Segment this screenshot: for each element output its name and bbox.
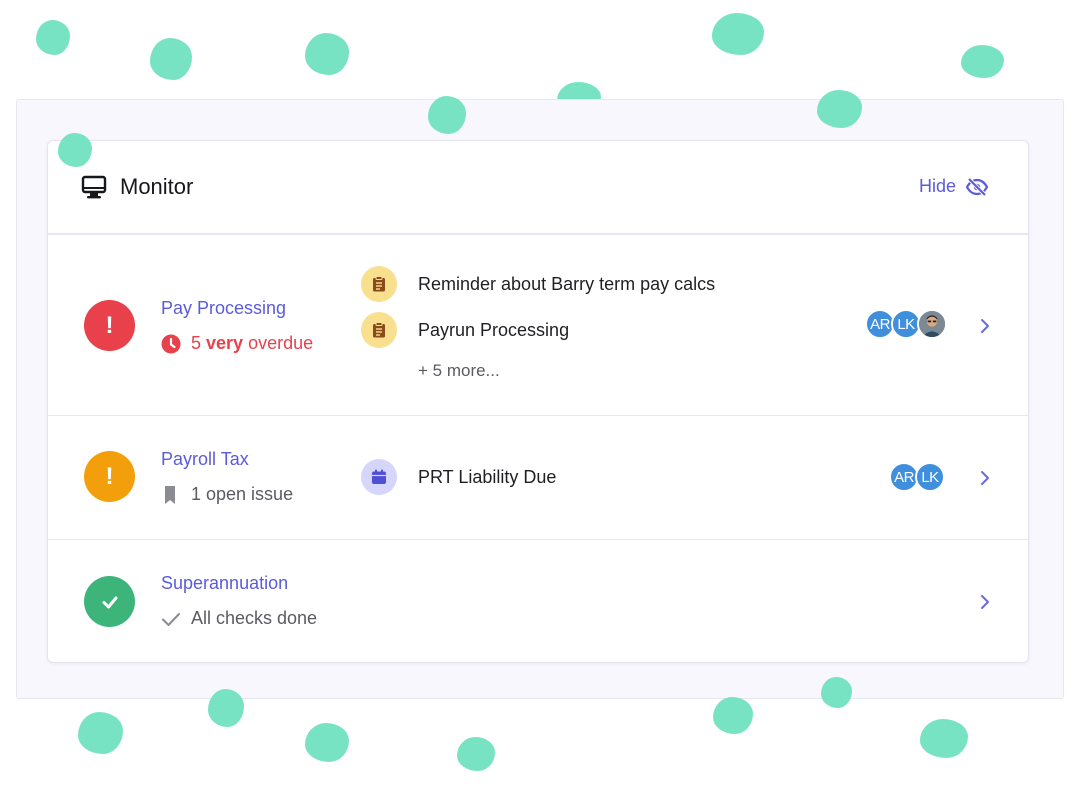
- hide-label: Hide: [918, 176, 956, 196]
- decorative-blob: [428, 96, 466, 134]
- decorative-blob: [305, 33, 349, 75]
- row-title-pay-processing[interactable]: Pay Processing: [161, 298, 286, 319]
- task-item[interactable]: Payrun Processing: [361, 312, 569, 348]
- task-label: Reminder about Barry term pay calcs: [418, 273, 716, 294]
- chevron-right-icon[interactable]: [978, 470, 992, 486]
- desktop-monitor-icon: [81, 175, 107, 199]
- open-issue-status: 1 open issue: [161, 484, 293, 505]
- task-label: Payrun Processing: [418, 319, 570, 340]
- overdue-count: 5: [191, 333, 202, 353]
- decorative-blob: [58, 133, 92, 167]
- row-title-superannuation[interactable]: Superannuation: [161, 573, 288, 594]
- assignee-avatars: AR LK: [889, 462, 945, 492]
- monitor-title: Monitor: [120, 174, 194, 199]
- calendar-icon: [361, 459, 397, 495]
- clock-icon: [161, 334, 181, 353]
- hide-button[interactable]: Hide: [919, 176, 988, 197]
- decorative-blob: [78, 712, 123, 754]
- monitor-row-superannuation[interactable]: Superannuation All checks done: [48, 540, 1028, 663]
- checks-done-text: All checks done: [191, 608, 318, 628]
- chevron-right-icon[interactable]: [978, 318, 992, 334]
- decorative-blob: [961, 45, 1004, 78]
- chevron-right-icon[interactable]: [978, 594, 992, 610]
- assignee-avatars: AR LK: [865, 309, 947, 339]
- open-issue-text: 1 open issue: [191, 484, 294, 504]
- checkmark-icon: [162, 612, 180, 626]
- decorative-blob: [150, 38, 192, 80]
- monitor-card: Monitor Hide ! Pay Processing 5 very ove…: [47, 140, 1029, 663]
- decorative-blob: [920, 719, 968, 758]
- decorative-blob: [36, 20, 70, 55]
- eye-off-icon: [966, 177, 988, 196]
- decorative-blob: [305, 723, 349, 762]
- decorative-blob: [712, 13, 764, 55]
- clipboard-icon: [361, 312, 397, 348]
- warning-status-icon: !: [84, 451, 135, 502]
- task-label: PRT Liability Due: [418, 466, 557, 487]
- row-title-payroll-tax[interactable]: Payroll Tax: [161, 449, 249, 470]
- monitor-header: Monitor Hide: [48, 141, 1028, 235]
- error-status-icon: !: [84, 300, 135, 351]
- decorative-blob: [208, 689, 244, 727]
- avatar[interactable]: LK: [915, 462, 945, 492]
- checks-done-status: All checks done: [161, 608, 317, 629]
- overdue-status: 5 very overdue: [161, 333, 313, 354]
- bookmark-icon: [165, 485, 175, 504]
- decorative-blob: [713, 697, 753, 734]
- more-tasks-link[interactable]: + 5 more...: [418, 361, 500, 381]
- overdue-suffix: overdue: [248, 333, 314, 353]
- check-status-icon: [84, 576, 135, 627]
- clipboard-icon: [361, 266, 397, 302]
- decorative-blob: [457, 737, 495, 771]
- decorative-blob: [821, 677, 852, 708]
- monitor-row-pay-processing[interactable]: ! Pay Processing 5 very overdue Reminder…: [48, 237, 1028, 416]
- task-item[interactable]: PRT Liability Due: [361, 459, 556, 495]
- overdue-emphasis: very: [206, 333, 244, 353]
- monitor-row-payroll-tax[interactable]: ! Payroll Tax 1 open issue PRT Liability…: [48, 416, 1028, 540]
- task-item[interactable]: Reminder about Barry term pay calcs: [361, 266, 715, 302]
- decorative-blob: [817, 90, 862, 128]
- avatar-photo[interactable]: [917, 309, 947, 339]
